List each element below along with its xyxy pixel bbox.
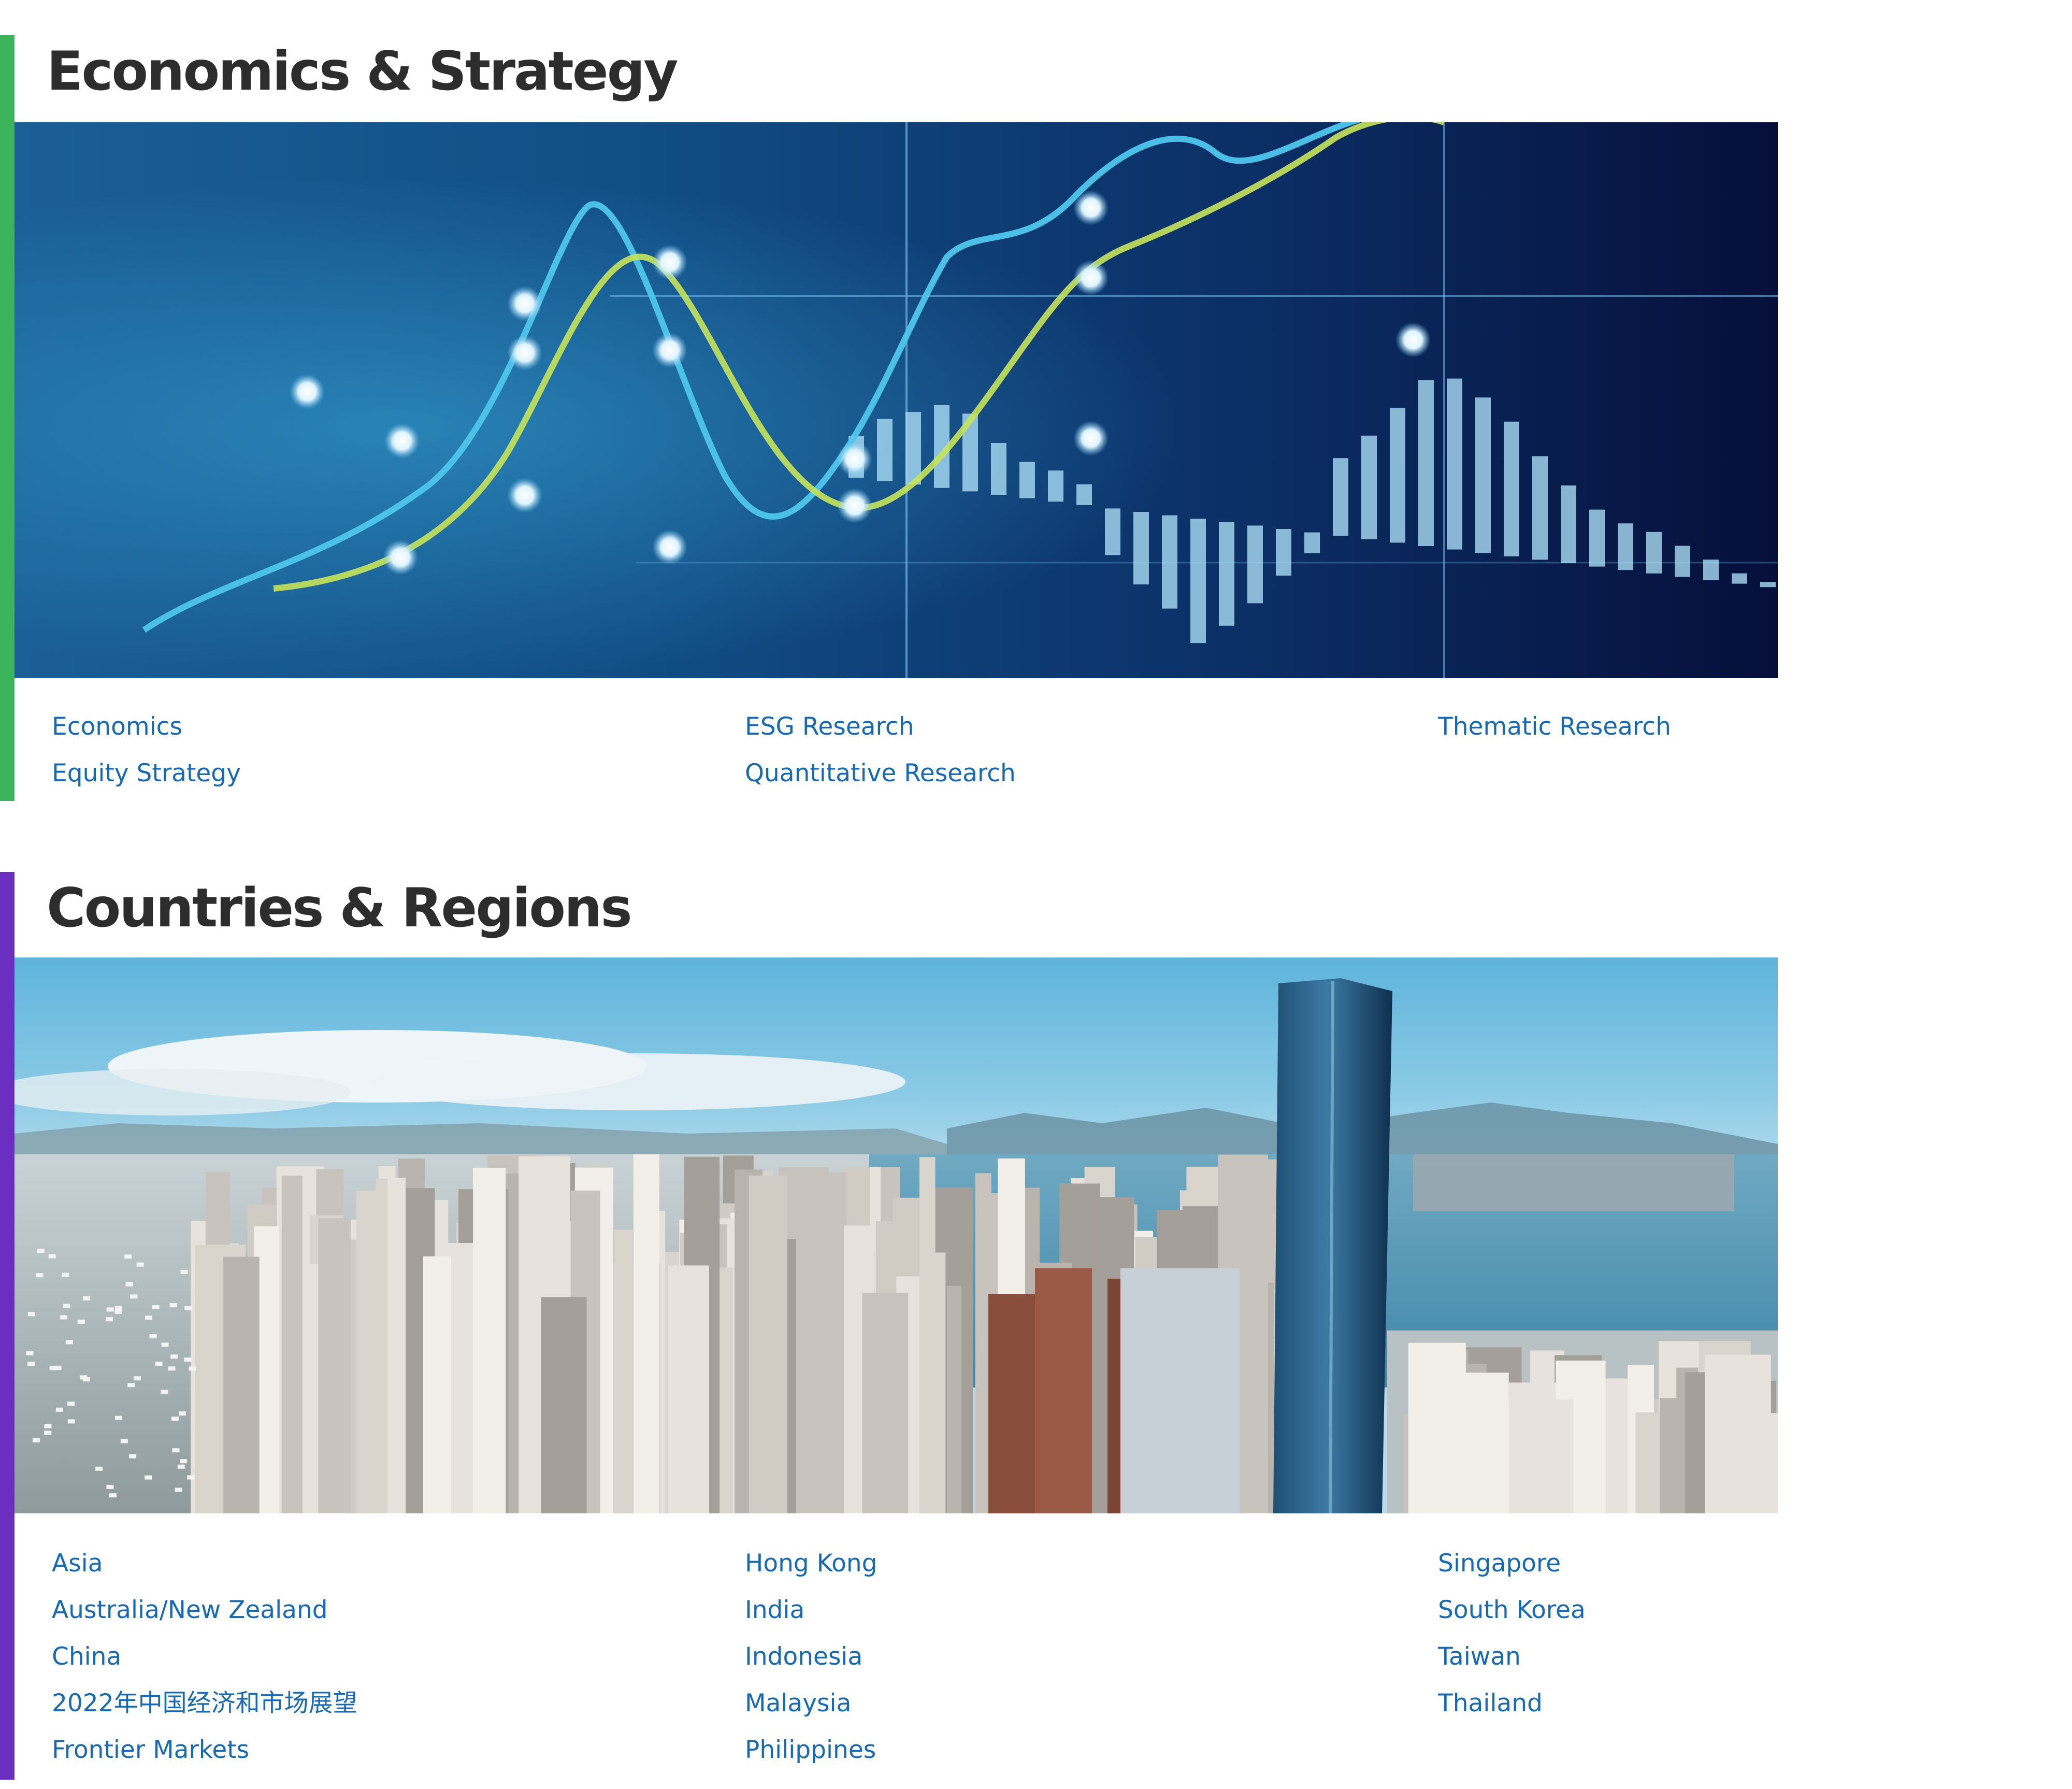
link-australia-new-zealand[interactable]: Australia/New Zealand <box>52 1587 673 1634</box>
links-column-2: ESG Research Quantitative Research <box>745 704 1366 797</box>
link-indonesia[interactable]: Indonesia <box>745 1634 1366 1680</box>
link-asia[interactable]: Asia <box>52 1540 673 1587</box>
economics-strategy-section: Economics & Strategy Economics Equity St… <box>0 35 1778 801</box>
links-column-1: Economics Equity Strategy <box>52 704 673 797</box>
links-column-3: Singapore South Korea Taiwan Thailand <box>1438 1540 2060 1727</box>
link-economics[interactable]: Economics <box>52 704 673 750</box>
link-china-outlook-2022[interactable]: 2022年中国经济和市场展望 <box>52 1680 673 1727</box>
link-esg-research[interactable]: ESG Research <box>745 704 1366 750</box>
link-equity-strategy[interactable]: Equity Strategy <box>52 750 673 797</box>
section-accent-bar <box>0 35 15 801</box>
link-thailand[interactable]: Thailand <box>1438 1680 2060 1727</box>
countries-regions-section: Countries & Regions Asia Australia/New Z… <box>0 872 1778 1780</box>
section-title: Economics & Strategy <box>47 40 678 103</box>
link-malaysia[interactable]: Malaysia <box>745 1680 1366 1727</box>
links-column-1: Asia Australia/New Zealand China 2022年中国… <box>52 1540 673 1773</box>
section-title: Countries & Regions <box>47 877 632 939</box>
link-taiwan[interactable]: Taiwan <box>1438 1634 2060 1680</box>
link-frontier-markets[interactable]: Frontier Markets <box>52 1727 673 1773</box>
links-column-3: Thematic Research <box>1438 704 2060 750</box>
link-philippines[interactable]: Philippines <box>745 1727 1366 1773</box>
links-column-2: Hong Kong India Indonesia Malaysia Phili… <box>745 1540 1366 1773</box>
link-india[interactable]: India <box>745 1587 1366 1634</box>
link-hong-kong[interactable]: Hong Kong <box>745 1540 1366 1587</box>
hong-kong-skyline-banner-image <box>15 957 1778 1513</box>
link-thematic-research[interactable]: Thematic Research <box>1438 704 2060 750</box>
section-accent-bar <box>0 872 15 1780</box>
financial-chart-banner-image <box>15 122 1778 678</box>
link-quantitative-research[interactable]: Quantitative Research <box>745 750 1366 797</box>
link-south-korea[interactable]: South Korea <box>1438 1587 2060 1634</box>
link-singapore[interactable]: Singapore <box>1438 1540 2060 1587</box>
link-china[interactable]: China <box>52 1634 673 1680</box>
